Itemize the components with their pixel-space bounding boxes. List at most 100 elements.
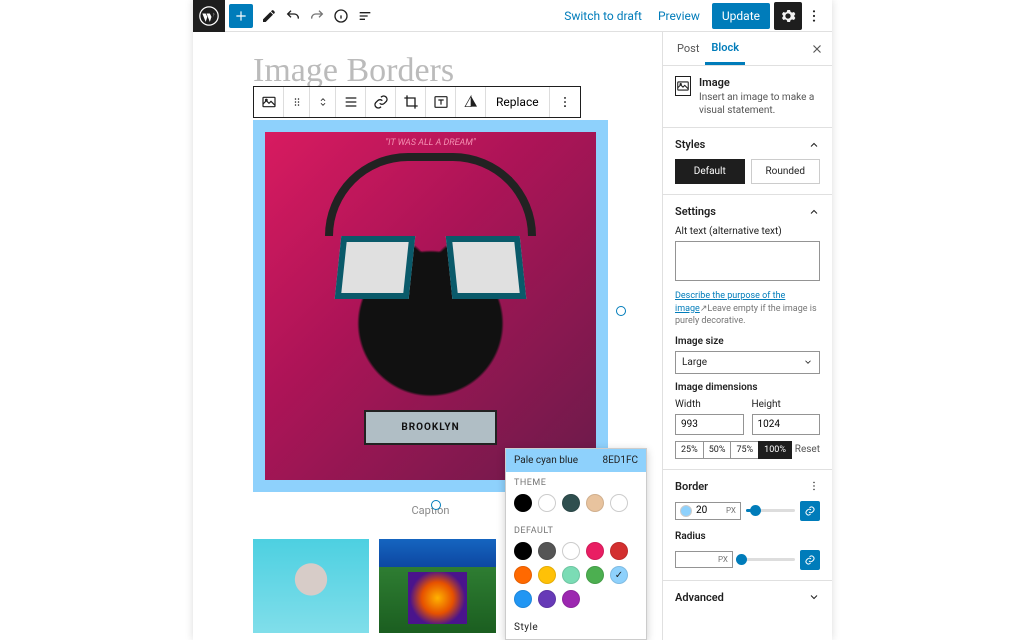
- move-arrows-icon[interactable]: [310, 87, 336, 117]
- alt-text-help: Describe the purpose of the image↗Leave …: [675, 290, 820, 328]
- redo-button[interactable]: [305, 4, 329, 28]
- border-width-slider[interactable]: [746, 509, 795, 512]
- block-header: Image Insert an image to make a visual s…: [663, 66, 832, 128]
- advanced-panel: Advanced: [663, 581, 832, 614]
- height-input[interactable]: [752, 414, 821, 435]
- resize-handle-bottom[interactable]: [431, 500, 441, 510]
- update-button[interactable]: Update: [712, 3, 770, 29]
- undo-button[interactable]: [281, 4, 305, 28]
- swatch-green[interactable]: [586, 566, 604, 584]
- editor-window: Switch to draft Preview Update Image Bor…: [193, 0, 832, 640]
- gallery-image-2[interactable]: [379, 539, 495, 633]
- swatch-pink[interactable]: [586, 542, 604, 560]
- pct-25-button[interactable]: 25%: [675, 441, 704, 459]
- reset-button[interactable]: Reset: [795, 444, 820, 455]
- wordpress-logo[interactable]: [193, 0, 225, 32]
- radius-input[interactable]: [680, 554, 714, 565]
- tab-post[interactable]: Post: [671, 34, 705, 63]
- replace-button[interactable]: Replace: [486, 87, 550, 117]
- swatch-theme-black[interactable]: [514, 494, 532, 512]
- pct-50-button[interactable]: 50%: [703, 441, 732, 459]
- radius-unit[interactable]: PX: [718, 555, 728, 564]
- image-size-select[interactable]: Large: [675, 351, 820, 374]
- selected-color-name: Pale cyan blue: [514, 455, 578, 466]
- style-default-button[interactable]: Default: [675, 159, 745, 184]
- styles-panel: Styles Default Rounded: [663, 128, 832, 195]
- close-sidebar-icon[interactable]: [810, 42, 824, 56]
- swatch-deep-purple[interactable]: [538, 590, 556, 608]
- preview-link[interactable]: Preview: [650, 9, 708, 23]
- advanced-toggle-icon[interactable]: [808, 591, 820, 603]
- resize-handle-right[interactable]: [616, 306, 626, 316]
- pct-75-button[interactable]: 75%: [730, 441, 759, 459]
- pct-100-button[interactable]: 100%: [758, 441, 792, 459]
- style-section-label: Style: [506, 616, 646, 639]
- block-name: Image: [699, 76, 820, 89]
- theme-colors-label: THEME: [506, 472, 646, 490]
- width-label: Width: [675, 399, 744, 410]
- selected-color-hex: 8ED1FC: [602, 455, 638, 466]
- width-input[interactable]: [675, 414, 744, 435]
- tab-block[interactable]: Block: [705, 33, 745, 65]
- swatch-blue[interactable]: [514, 590, 532, 608]
- editor-topbar: Switch to draft Preview Update: [193, 0, 832, 32]
- swatch-theme-empty[interactable]: [610, 494, 628, 512]
- border-options-icon[interactable]: [808, 480, 820, 492]
- swatch-mint[interactable]: [562, 566, 580, 584]
- radius-label: Radius: [675, 531, 820, 542]
- dimensions-label: Image dimensions: [675, 382, 820, 393]
- swatch-white[interactable]: [562, 542, 580, 560]
- settings-gear-button[interactable]: [774, 2, 802, 30]
- styles-toggle-icon[interactable]: [808, 139, 820, 151]
- align-button[interactable]: [336, 87, 366, 117]
- default-swatches: [506, 538, 646, 616]
- border-panel: Border PX Radius: [663, 470, 832, 581]
- block-more-button[interactable]: [550, 87, 580, 117]
- swatch-orange[interactable]: [514, 566, 532, 584]
- switch-to-draft-link[interactable]: Switch to draft: [556, 9, 650, 23]
- settings-toggle-icon[interactable]: [808, 206, 820, 218]
- swatch-purple[interactable]: [562, 590, 580, 608]
- link-button[interactable]: [366, 87, 396, 117]
- image-block[interactable]: "IT WAS ALL A DREAM" BROOKLYN: [253, 120, 608, 492]
- image-size-label: Image size: [675, 336, 820, 347]
- style-rounded-button[interactable]: Rounded: [751, 159, 821, 184]
- text-overlay-button[interactable]: [426, 87, 456, 117]
- border-color-swatch[interactable]: [680, 505, 692, 517]
- radius-slider[interactable]: [738, 558, 795, 561]
- border-heading: Border: [675, 480, 708, 493]
- swatch-pale-cyan-blue[interactable]: [610, 566, 628, 584]
- radius-link-button[interactable]: [800, 550, 820, 570]
- drag-handle-icon[interactable]: [284, 87, 310, 117]
- add-block-button[interactable]: [229, 4, 253, 28]
- swatch-gray[interactable]: [538, 542, 556, 560]
- border-unit[interactable]: PX: [726, 506, 736, 515]
- swatch-red[interactable]: [610, 542, 628, 560]
- border-width-input[interactable]: [696, 505, 722, 516]
- duotone-button[interactable]: [456, 87, 486, 117]
- more-options-button[interactable]: [802, 4, 826, 28]
- swatch-theme-white[interactable]: [538, 494, 556, 512]
- color-picker-header: Pale cyan blue 8ED1FC: [506, 449, 646, 472]
- border-width-input-wrap: PX: [675, 502, 741, 520]
- settings-sidebar: Post Block Image Insert an image to make…: [662, 32, 832, 640]
- swatch-theme-tan[interactable]: [586, 494, 604, 512]
- swatch-black[interactable]: [514, 542, 532, 560]
- settings-panel: Settings Alt text (alternative text) Des…: [663, 195, 832, 470]
- advanced-heading: Advanced: [675, 591, 724, 604]
- sidebar-tabs: Post Block: [663, 32, 832, 66]
- alt-text-input[interactable]: [675, 241, 820, 281]
- swatch-amber[interactable]: [538, 566, 556, 584]
- gallery-image-1[interactable]: [253, 539, 369, 633]
- block-type-icon[interactable]: [254, 87, 284, 117]
- radius-input-wrap: PX: [675, 551, 733, 568]
- image-block-icon: [675, 76, 691, 96]
- edit-mode-icon[interactable]: [257, 4, 281, 28]
- info-button[interactable]: [329, 4, 353, 28]
- border-link-button[interactable]: [800, 501, 820, 521]
- page-title[interactable]: Image Borders: [253, 52, 622, 90]
- crop-button[interactable]: [396, 87, 426, 117]
- swatch-theme-darkslate[interactable]: [562, 494, 580, 512]
- editor-canvas[interactable]: Image Borders Replace "IT WAS: [193, 32, 662, 640]
- list-view-button[interactable]: [353, 4, 377, 28]
